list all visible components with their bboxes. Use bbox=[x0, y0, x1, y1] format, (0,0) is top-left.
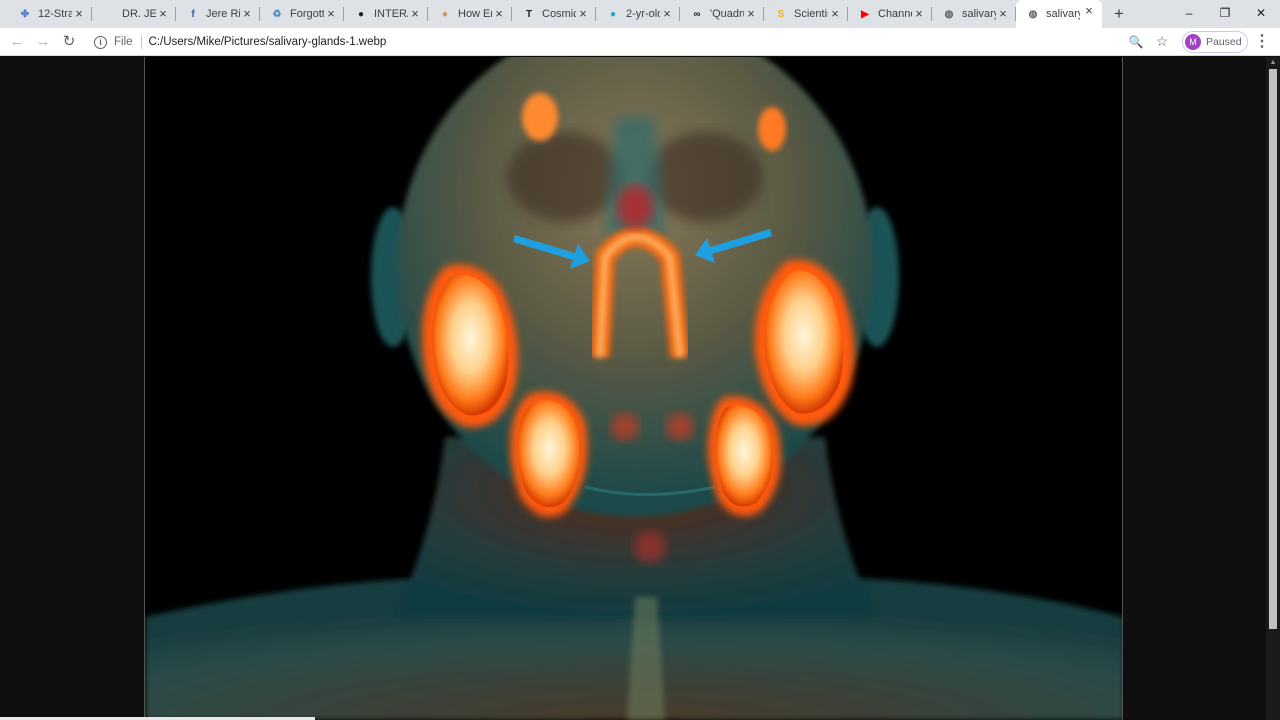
tab-close-icon[interactable]: × bbox=[996, 7, 1010, 21]
tab-close-icon[interactable]: × bbox=[240, 7, 254, 21]
tab-title: Scientis bbox=[794, 8, 828, 20]
globe-favicon-icon: ◍ bbox=[1028, 8, 1038, 20]
tab-title: 12-Strands bbox=[38, 8, 72, 20]
tab-close-icon[interactable]: × bbox=[492, 7, 506, 21]
zoom-icon[interactable]: 🔍 bbox=[1128, 34, 1144, 50]
scheme-separator bbox=[140, 35, 142, 49]
tab-title: DR. JERE bbox=[122, 8, 156, 20]
browser-window: ✤12-Strands×DR. JERE×fJere Riv×♻Forgotte… bbox=[0, 0, 1280, 720]
tab-close-icon[interactable]: × bbox=[1082, 4, 1096, 18]
facebook-favicon-icon: f bbox=[191, 8, 195, 20]
tab-4[interactable]: ♻ Forgotten× bbox=[260, 3, 344, 25]
restore-button[interactable]: ❐ bbox=[1210, 2, 1240, 24]
tab-close-icon[interactable]: × bbox=[72, 7, 86, 21]
scheme-label: File bbox=[114, 36, 133, 48]
tab-1[interactable]: ✤ 12-Strands× bbox=[8, 3, 92, 25]
dark-circle-favicon-icon: ● bbox=[357, 8, 365, 20]
minimize-button[interactable]: – bbox=[1174, 2, 1204, 24]
avatar: M bbox=[1185, 34, 1201, 50]
url-text[interactable]: C:/Users/Mike/Pictures/salivary-glands-1… bbox=[149, 36, 387, 48]
tab-strip: ✤12-Strands×DR. JERE×fJere Riv×♻Forgotte… bbox=[0, 0, 1280, 28]
tab-close-icon[interactable]: × bbox=[912, 7, 926, 21]
profile-button[interactable]: M Paused bbox=[1182, 31, 1248, 53]
tab-title: Channe bbox=[878, 8, 912, 20]
pet-ct-scan-image bbox=[145, 57, 1122, 720]
tab-title: How Er bbox=[458, 8, 492, 20]
forward-button[interactable]: → bbox=[33, 32, 53, 52]
close-window-button[interactable]: ✕ bbox=[1246, 2, 1276, 24]
youtube-favicon-icon: ▶ bbox=[861, 8, 869, 20]
globe-favicon-icon: ◍ bbox=[944, 8, 954, 20]
back-button[interactable]: ← bbox=[7, 32, 27, 52]
tab-5[interactable]: ● INTERA× bbox=[344, 3, 428, 25]
tab-9[interactable]: ∞ 'Quadru× bbox=[680, 3, 764, 25]
cookie-favicon-icon: ● bbox=[441, 8, 449, 20]
blank-favicon-icon bbox=[102, 7, 116, 21]
teal-favicon-icon: ● bbox=[609, 8, 617, 20]
tab-3[interactable]: f Jere Riv× bbox=[176, 3, 260, 25]
new-tab-button[interactable]: + bbox=[1110, 5, 1128, 23]
tab-close-icon[interactable]: × bbox=[408, 7, 422, 21]
generic-favicon-icon: ✤ bbox=[20, 8, 30, 20]
tab-close-icon[interactable]: × bbox=[324, 7, 338, 21]
tab-title: Forgotten bbox=[290, 8, 324, 20]
tab-close-icon[interactable]: × bbox=[156, 7, 170, 21]
tab-13[interactable]: ◍ salivary × bbox=[1016, 0, 1102, 28]
tab-title: salivary bbox=[1046, 8, 1080, 20]
tab-10[interactable]: S Scientis× bbox=[764, 3, 848, 25]
tab-8[interactable]: ● 2-yr-old × bbox=[596, 3, 680, 25]
browser-toolbar: ← → ↻ i File C:/Users/Mike/Pictures/sali… bbox=[0, 28, 1280, 56]
profile-status: Paused bbox=[1206, 36, 1242, 48]
tab-close-icon[interactable]: × bbox=[660, 7, 674, 21]
tab-11[interactable]: ▶ Channe× bbox=[848, 3, 932, 25]
info-icon[interactable]: i bbox=[94, 35, 107, 49]
t-favicon-icon: T bbox=[525, 8, 533, 20]
kebab-menu-icon[interactable]: ⋮ bbox=[1254, 32, 1270, 52]
tab-close-icon[interactable]: × bbox=[576, 7, 590, 21]
tab-close-icon[interactable]: × bbox=[828, 7, 842, 21]
vertical-scrollbar[interactable]: ▲ bbox=[1266, 57, 1280, 720]
tab-title: 2-yr-old bbox=[626, 8, 660, 20]
tab-title: Jere Riv bbox=[206, 8, 240, 20]
address-bar[interactable]: i File C:/Users/Mike/Pictures/salivary-g… bbox=[88, 30, 1178, 54]
page-content bbox=[0, 57, 1266, 720]
recycle-favicon-icon: ♻ bbox=[272, 8, 282, 20]
tab-title: salivary bbox=[962, 8, 996, 20]
reload-button[interactable]: ↻ bbox=[59, 32, 79, 52]
tab-title: Cosmic bbox=[542, 8, 576, 20]
s-favicon-icon: S bbox=[777, 8, 785, 20]
tab-7[interactable]: T Cosmic × bbox=[512, 3, 596, 25]
tab-title: INTERA bbox=[374, 8, 408, 20]
bookmark-star-icon[interactable]: ☆ bbox=[1154, 33, 1170, 49]
tab-12[interactable]: ◍ salivary × bbox=[932, 3, 1016, 25]
scroll-up-icon[interactable]: ▲ bbox=[1269, 59, 1277, 67]
tab-2[interactable]: DR. JERE× bbox=[92, 3, 176, 25]
tab-6[interactable]: ● How Er × bbox=[428, 3, 512, 25]
tab-close-icon[interactable]: × bbox=[744, 7, 758, 21]
scroll-thumb[interactable] bbox=[1269, 69, 1277, 629]
tab-title: 'Quadru bbox=[710, 8, 744, 20]
glasses-favicon-icon: ∞ bbox=[693, 8, 701, 20]
displayed-image bbox=[144, 57, 1123, 720]
